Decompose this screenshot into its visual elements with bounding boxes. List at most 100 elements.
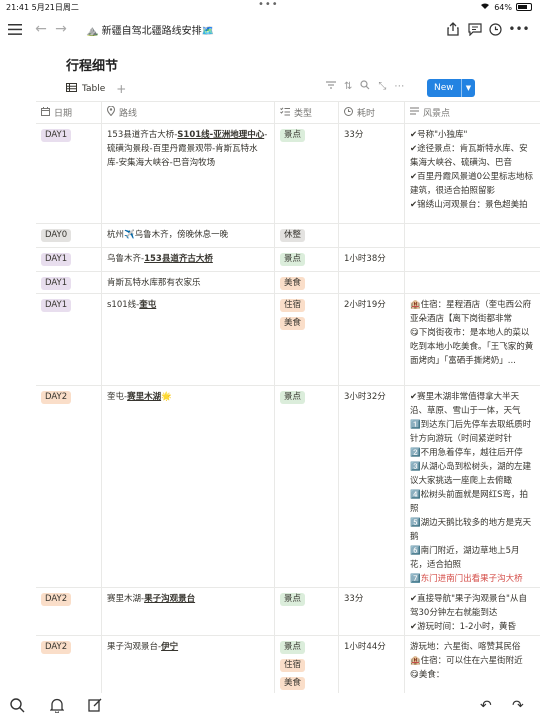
duration-cell[interactable]: 33分 [339, 124, 405, 223]
menu-icon[interactable] [6, 20, 24, 38]
duration-cell[interactable]: 2小时19分 [339, 294, 405, 385]
back-arrow-icon[interactable]: ← [32, 20, 50, 38]
route-cell[interactable]: 赛里木湖-果子沟观景台 [102, 588, 275, 635]
route-text: 乌鲁木齐- [107, 254, 145, 264]
table-row[interactable]: DAY1 肯斯瓦特水库那有农家乐 美食 [36, 272, 540, 294]
day-tag: DAY2 [41, 641, 72, 654]
route-text-suffix: 🌟 [161, 392, 172, 402]
scenery-cell[interactable] [405, 224, 540, 247]
route-cell[interactable]: 肯斯瓦特水库那有农家乐 [102, 272, 275, 293]
column-header-type[interactable]: 类型 [275, 102, 339, 123]
route-cell[interactable]: 乌鲁木齐-153县道齐古大桥 [102, 248, 275, 271]
type-cell[interactable]: 景点 [275, 248, 339, 271]
route-cell[interactable]: 果子沟观景台-伊宁 [102, 636, 275, 693]
chevron-down-icon[interactable]: ▼ [461, 79, 475, 97]
duration-cell[interactable]: 33分 [339, 588, 405, 635]
duration-cell[interactable]: 1小时38分 [339, 248, 405, 271]
date-cell[interactable]: DAY0 [36, 224, 102, 247]
text-property-icon [410, 107, 419, 119]
date-cell[interactable]: DAY1 [36, 124, 102, 223]
table-view-icon [66, 83, 77, 95]
column-header-duration[interactable]: 耗时 [339, 102, 405, 123]
duration-cell[interactable]: 3小时32分 [339, 386, 405, 587]
add-view-button[interactable]: + [116, 82, 126, 96]
type-tag: 美食 [280, 677, 306, 690]
scenery-cell[interactable] [405, 272, 540, 293]
page-title: 行程细节 [66, 59, 119, 74]
new-page-edit-icon[interactable] [88, 698, 102, 712]
scenery-cell[interactable]: ✔直接导航"果子沟观景台"从自驾30分钟左右就能到达 ✔游玩时间：1-2小时，黄… [405, 588, 540, 635]
status-time: 21:41 5月21日周二 [6, 3, 79, 12]
multitask-dots[interactable]: ••• [258, 0, 279, 10]
more-options-icon[interactable]: ⋯ [394, 81, 404, 92]
table-row[interactable]: DAY1 s101线-奎屯 住宿 美食 2小时19分 🏨住宿：星程酒店（奎屯西公府亚朵酒店… [36, 294, 540, 386]
day-tag: DAY2 [41, 391, 72, 404]
scenery-cell[interactable]: ✔赛里木湖非常值得拿大半天沿、草原、雪山于一体，天气 1️⃣到达东门后先停车去取… [405, 386, 540, 587]
more-options-icon[interactable]: ••• [508, 20, 529, 38]
type-cell[interactable]: 住宿 美食 [275, 294, 339, 385]
scenery-cell[interactable]: 游玩地：六星街、喀赞其民俗 🏨住宿：可以住在六星街附近 😋美食： [405, 636, 540, 693]
column-header-scenery[interactable]: 风景点 [405, 102, 540, 123]
view-tabs: Table + [66, 80, 126, 98]
type-cell[interactable]: 景点 [275, 124, 339, 223]
filter-icon[interactable] [326, 81, 336, 92]
type-cell[interactable]: 景点 [275, 386, 339, 587]
date-cell[interactable]: DAY2 [36, 588, 102, 635]
table-row[interactable]: DAY2 赛里木湖-果子沟观景台 景点 33分 ✔直接导航"果子沟观景台"从自驾30分钟… [36, 588, 540, 636]
new-button[interactable]: New ▼ [427, 79, 475, 97]
clock-icon [344, 106, 353, 119]
scenery-cell[interactable]: ✔号称"小独库" ✔途径景点：肯瓦斯特水库、安集海大峡谷、硫磺沟、巴音 ✔百里丹… [405, 124, 540, 223]
route-cell[interactable]: 杭州✈️乌鲁木齐，傍晚休息一晚 [102, 224, 275, 247]
duration-cell[interactable]: 1小时44分 [339, 636, 405, 693]
date-cell[interactable]: DAY1 [36, 272, 102, 293]
undo-icon[interactable]: ↶ [480, 698, 492, 714]
expand-icon[interactable]: ⤡ [378, 81, 386, 92]
date-cell[interactable]: DAY2 [36, 636, 102, 693]
column-header-route[interactable]: 路线 [102, 102, 275, 123]
route-cell[interactable]: s101线-奎屯 [102, 294, 275, 385]
type-tag: 景点 [280, 593, 306, 606]
tab-table[interactable]: Table [82, 84, 105, 94]
updates-clock-icon[interactable] [486, 20, 504, 38]
table-toolbar: ⇅ ⤡ ⋯ [326, 80, 404, 93]
table-row[interactable]: DAY0 杭州✈️乌鲁木齐，傍晚休息一晚 休整 [36, 224, 540, 248]
column-header-date[interactable]: 日期 [36, 102, 102, 123]
type-cell[interactable]: 景点 [275, 588, 339, 635]
comments-icon[interactable] [466, 20, 484, 38]
route-cell[interactable]: 153县道齐古大桥-S101线-亚洲地理中心-硫磺沟景段-百里丹霞景观带-肯斯瓦… [102, 124, 275, 223]
share-icon[interactable] [444, 20, 462, 38]
date-cell[interactable]: DAY2 [36, 386, 102, 587]
duration-cell[interactable] [339, 224, 405, 247]
status-bar: 21:41 5月21日周二 ••• 64% [0, 0, 540, 14]
day-tag: DAY2 [41, 593, 72, 606]
redo-icon[interactable]: ↷ [512, 698, 524, 714]
day-tag: DAY1 [41, 299, 72, 312]
table-row[interactable]: DAY1 153县道齐古大桥-S101线-亚洲地理中心-硫磺沟景段-百里丹霞景观带… [36, 124, 540, 224]
table-row[interactable]: DAY2 果子沟观景台-伊宁 景点 住宿 美食 1小时44分 游玩地：六星街、喀赞其民俗 🏨… [36, 636, 540, 693]
route-text: 奎屯- [107, 392, 128, 402]
scenery-cell[interactable] [405, 248, 540, 271]
forward-arrow-icon[interactable]: → [52, 20, 70, 38]
route-link: 果子沟观景台 [144, 594, 196, 604]
route-link: 赛里木湖 [127, 392, 162, 402]
duration-cell[interactable] [339, 272, 405, 293]
route-text: 153县道齐古大桥- [107, 130, 178, 140]
type-cell[interactable]: 美食 [275, 272, 339, 293]
date-cell[interactable]: DAY1 [36, 294, 102, 385]
date-cell[interactable]: DAY1 [36, 248, 102, 271]
type-tag: 美食 [280, 317, 306, 330]
breadcrumb[interactable]: ⛰️ 新疆自驾北疆路线安排🗺️ [86, 22, 214, 37]
scenery-cell[interactable]: 🏨住宿：星程酒店（奎屯西公府亚朵酒店【离下岗街都非常 😋下岗街夜市：是本地人的菜… [405, 294, 540, 385]
search-icon[interactable] [10, 698, 25, 713]
table-row[interactable]: DAY2 奎屯-赛里木湖🌟 景点 3小时32分 ✔赛里木湖非常值得拿大半天沿、草原、雪山… [36, 386, 540, 588]
day-tag: DAY1 [41, 277, 72, 290]
notifications-bell-icon[interactable] [50, 698, 64, 713]
sort-icon[interactable]: ⇅ [344, 81, 352, 92]
table-row[interactable]: DAY1 乌鲁木齐-153县道齐古大桥 景点 1小时38分 [36, 248, 540, 272]
route-cell[interactable]: 奎屯-赛里木湖🌟 [102, 386, 275, 587]
type-cell[interactable]: 景点 住宿 美食 [275, 636, 339, 693]
type-tag: 景点 [280, 641, 306, 654]
type-cell[interactable]: 休整 [275, 224, 339, 247]
duration-text: 1小时44分 [344, 642, 386, 652]
search-icon[interactable] [360, 80, 370, 93]
